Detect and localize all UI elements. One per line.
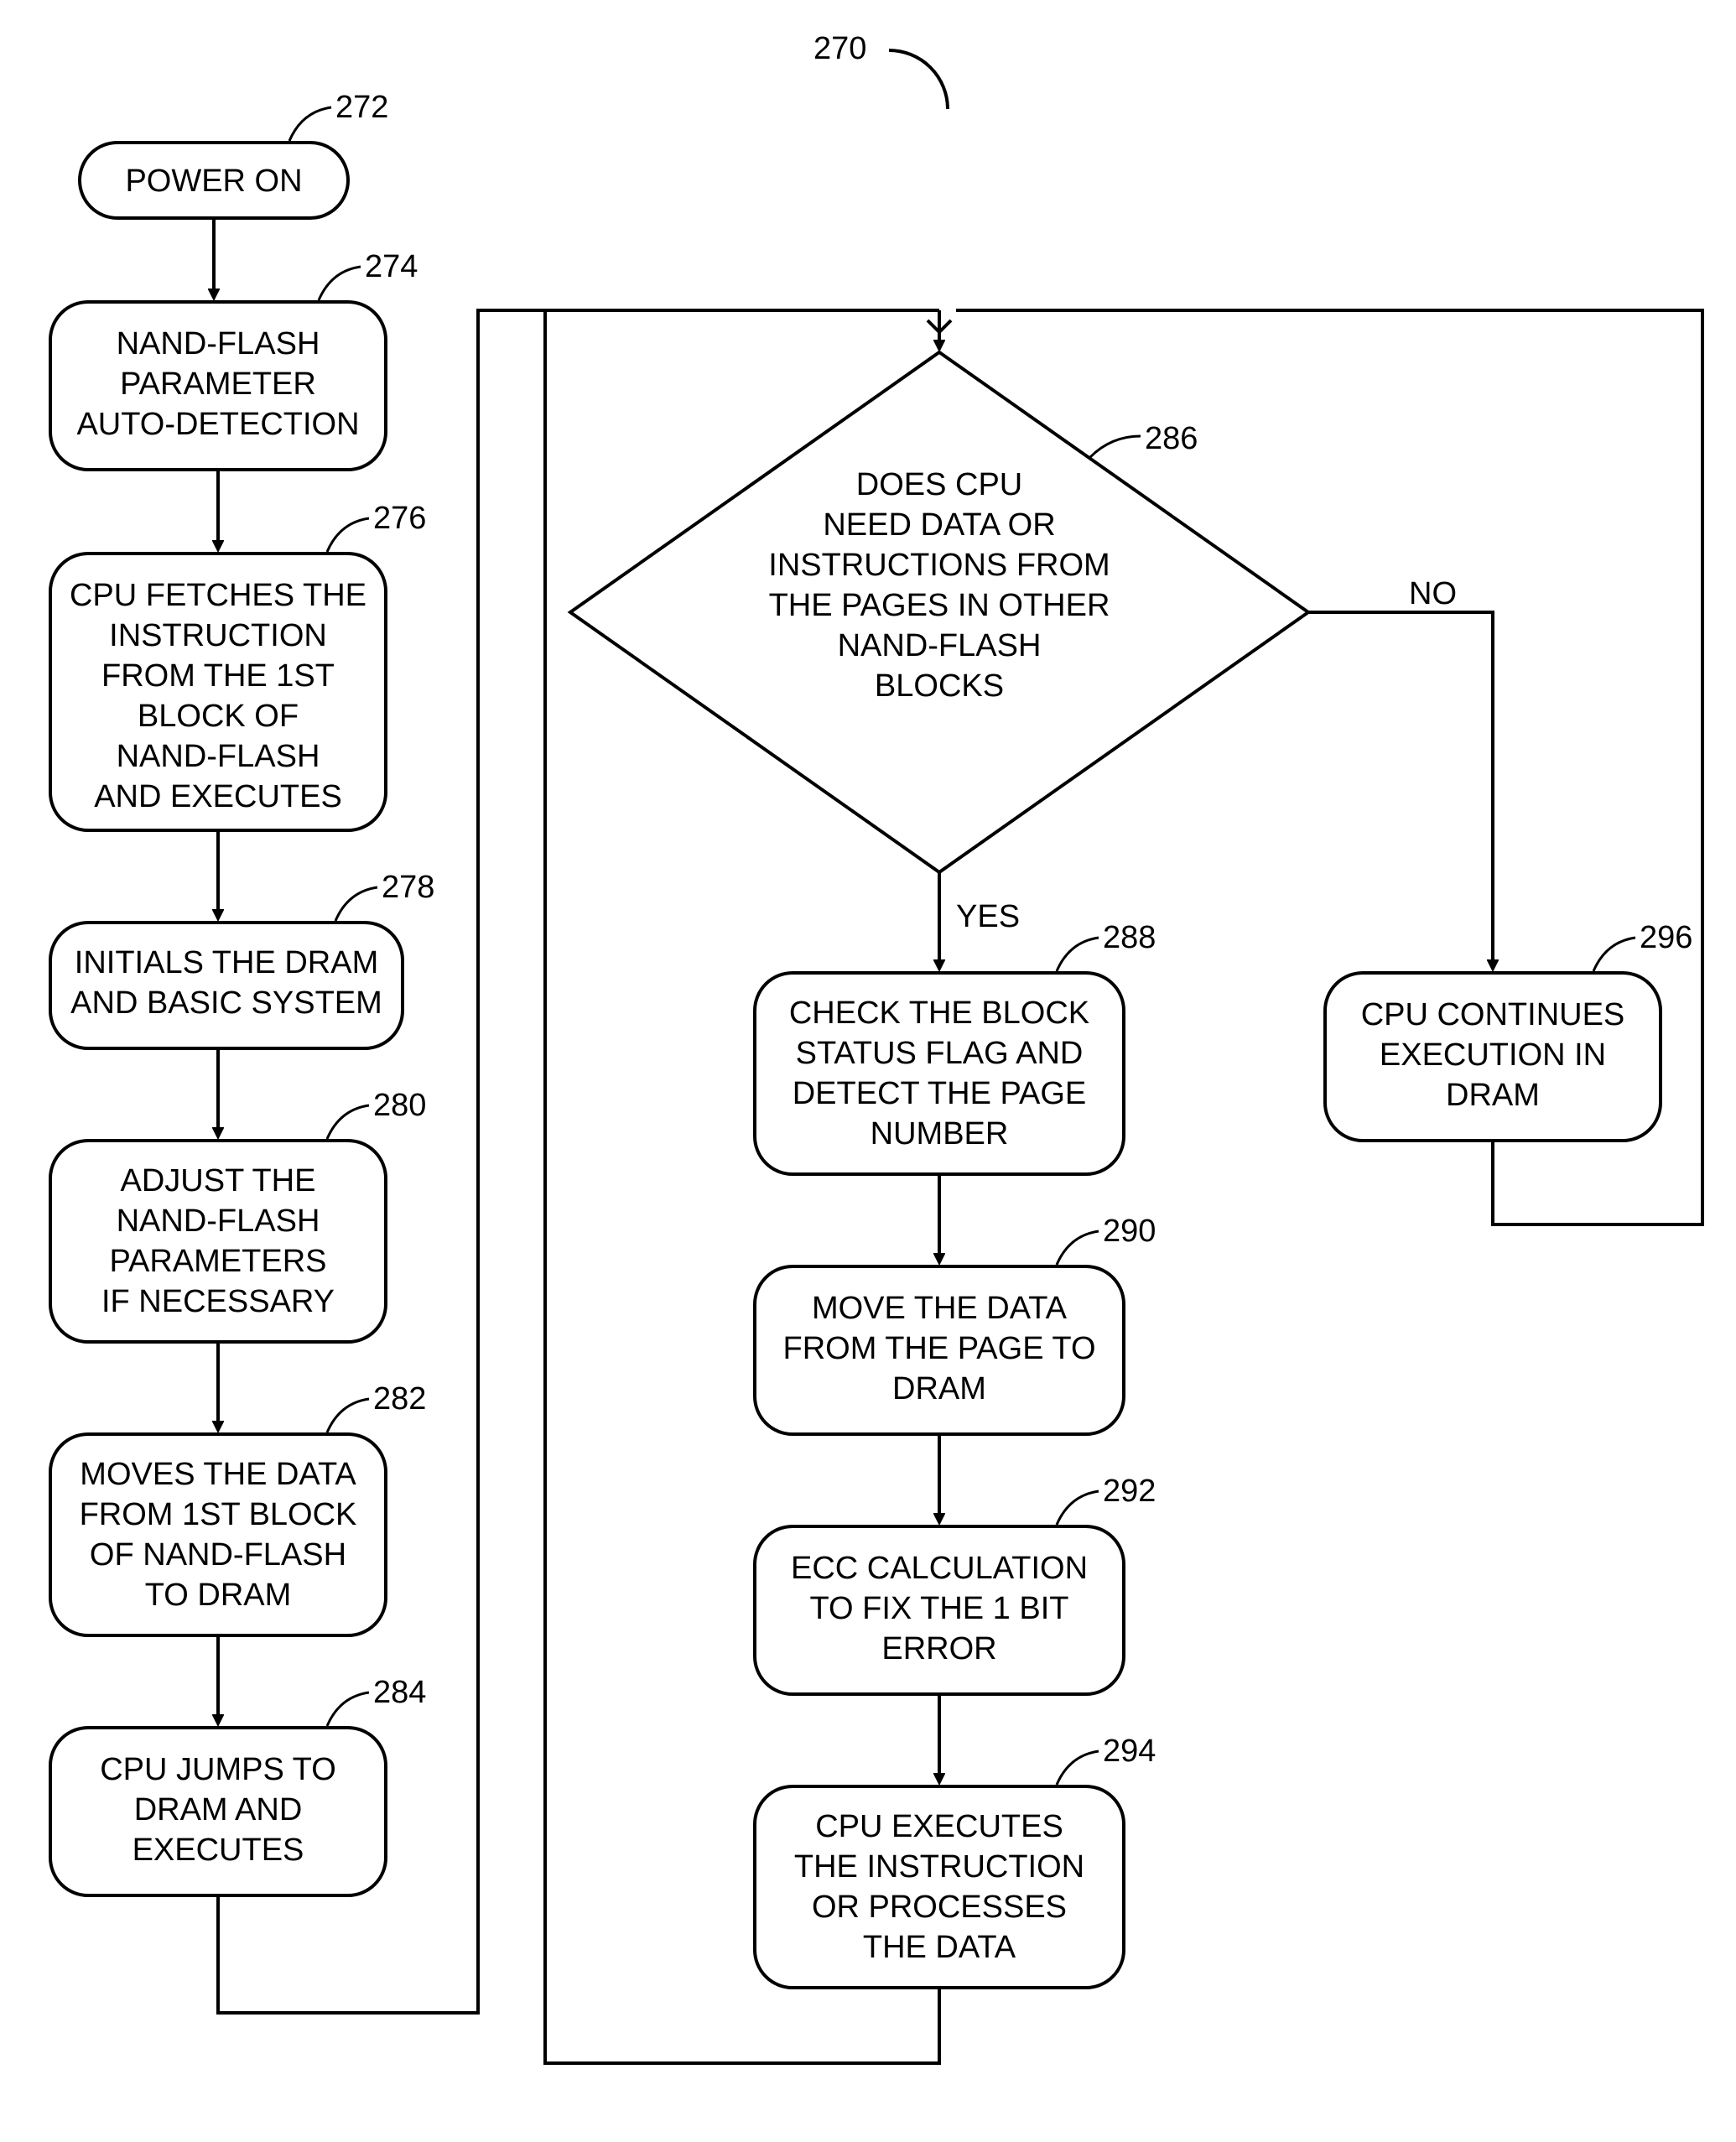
label-l1: MOVE THE DATA — [812, 1291, 1068, 1326]
node-290-move-page-dram: MOVE THE DATA FROM THE PAGE TO DRAM 290 — [755, 1214, 1156, 1434]
node-284-cpu-jumps: CPU JUMPS TO DRAM AND EXECUTES 284 — [50, 1675, 426, 1895]
ref-294: 294 — [1103, 1734, 1156, 1769]
label-l1: DOES CPU — [856, 467, 1022, 502]
label-l1: ECC CALCULATION — [791, 1551, 1088, 1586]
node-272-power-on: POWER ON 272 — [80, 90, 388, 218]
label-l6: AND EXECUTES — [94, 779, 342, 814]
ref-280: 280 — [373, 1088, 426, 1123]
diagram-ref: 270 — [813, 31, 866, 66]
edge-yes: YES — [956, 899, 1020, 934]
label-l2: INSTRUCTION — [109, 618, 327, 653]
label-l4: THE PAGES IN OTHER — [769, 588, 1110, 623]
ref-290: 290 — [1103, 1214, 1156, 1249]
ref-292: 292 — [1103, 1474, 1156, 1509]
ref-272: 272 — [335, 90, 388, 125]
label-l3: DRAM — [1446, 1078, 1540, 1113]
ref-288: 288 — [1103, 920, 1156, 955]
node-278-init-dram: INITIALS THE DRAM AND BASIC SYSTEM 278 — [50, 870, 434, 1048]
label-l1: CPU CONTINUES — [1361, 997, 1625, 1032]
label-l2: DRAM AND — [134, 1792, 303, 1827]
label-l5: NAND-FLASH — [117, 739, 320, 774]
label-l2: FROM 1ST BLOCK — [80, 1497, 357, 1532]
ref-278: 278 — [382, 870, 434, 905]
ref-276: 276 — [373, 501, 426, 536]
label-l1: ADJUST THE — [121, 1163, 316, 1198]
node-294-cpu-executes: CPU EXECUTES THE INSTRUCTION OR PROCESSE… — [755, 1734, 1156, 1988]
flowchart: 270 POWER ON 272 NAND-FLASH PARAMETER AU… — [0, 0, 1736, 2142]
label-l3: PARAMETERS — [109, 1244, 326, 1279]
node-274-nand-flash-auto-detect: NAND-FLASH PARAMETER AUTO-DETECTION 274 — [50, 249, 418, 470]
label-l1: CHECK THE BLOCK — [789, 996, 1089, 1031]
node-296-cpu-continues: CPU CONTINUES EXECUTION IN DRAM 296 — [1325, 920, 1692, 1141]
label-l1: CPU FETCHES THE — [70, 578, 366, 613]
label-l2: EXECUTION IN — [1380, 1037, 1606, 1073]
label-l4: TO DRAM — [145, 1578, 292, 1613]
label-l3: FROM THE 1ST — [101, 658, 335, 694]
label-l3: EXECUTES — [133, 1833, 304, 1868]
label-l3: OR PROCESSES — [812, 1890, 1067, 1925]
node-292-ecc: ECC CALCULATION TO FIX THE 1 BIT ERROR 2… — [755, 1474, 1156, 1694]
label-l1: NAND-FLASH — [117, 326, 320, 361]
label-l5: NAND-FLASH — [838, 628, 1042, 663]
label: POWER ON — [125, 164, 302, 199]
label-l2: PARAMETER — [120, 367, 316, 402]
label-l4: BLOCK OF — [138, 699, 299, 734]
label-l3: AUTO-DETECTION — [76, 407, 359, 442]
label-l1: INITIALS THE DRAM — [75, 945, 378, 980]
label-l2: TO FIX THE 1 BIT — [810, 1591, 1069, 1626]
node-282-move-1st-block: MOVES THE DATA FROM 1ST BLOCK OF NAND-FL… — [50, 1381, 426, 1635]
label-l1: CPU EXECUTES — [815, 1809, 1063, 1844]
label-l2: AND BASIC SYSTEM — [70, 985, 382, 1021]
label-l2: NAND-FLASH — [117, 1204, 320, 1239]
label-l4: THE DATA — [863, 1930, 1016, 1965]
ref-286: 286 — [1145, 421, 1198, 456]
label-l6: BLOCKS — [875, 668, 1004, 704]
node-288-check-block-status: CHECK THE BLOCK STATUS FLAG AND DETECT T… — [755, 920, 1156, 1174]
label-l1: MOVES THE DATA — [80, 1457, 356, 1492]
label-l2: FROM THE PAGE TO — [782, 1331, 1095, 1366]
ref-284: 284 — [373, 1675, 426, 1710]
label-l4: NUMBER — [871, 1116, 1009, 1152]
node-286-decision: DOES CPU NEED DATA OR INSTRUCTIONS FROM … — [570, 352, 1308, 872]
label-l3: DETECT THE PAGE — [793, 1076, 1087, 1111]
edge-no: NO — [1409, 576, 1457, 611]
node-276-cpu-fetch: CPU FETCHES THE INSTRUCTION FROM THE 1ST… — [50, 501, 426, 830]
label-l1: CPU JUMPS TO — [100, 1752, 336, 1787]
label-l3: ERROR — [881, 1631, 996, 1666]
ref-296: 296 — [1640, 920, 1692, 955]
label-l3: INSTRUCTIONS FROM — [768, 548, 1110, 583]
label-l2: STATUS FLAG AND — [796, 1036, 1084, 1071]
label-l2: THE INSTRUCTION — [794, 1849, 1084, 1885]
label-l2: NEED DATA OR — [823, 507, 1055, 543]
label-l3: DRAM — [892, 1371, 986, 1406]
ref-282: 282 — [373, 1381, 426, 1417]
ref-274: 274 — [365, 249, 418, 284]
label-l3: OF NAND-FLASH — [90, 1537, 346, 1573]
label-l4: IF NECESSARY — [101, 1284, 335, 1319]
node-280-adjust-params: ADJUST THE NAND-FLASH PARAMETERS IF NECE… — [50, 1088, 426, 1342]
